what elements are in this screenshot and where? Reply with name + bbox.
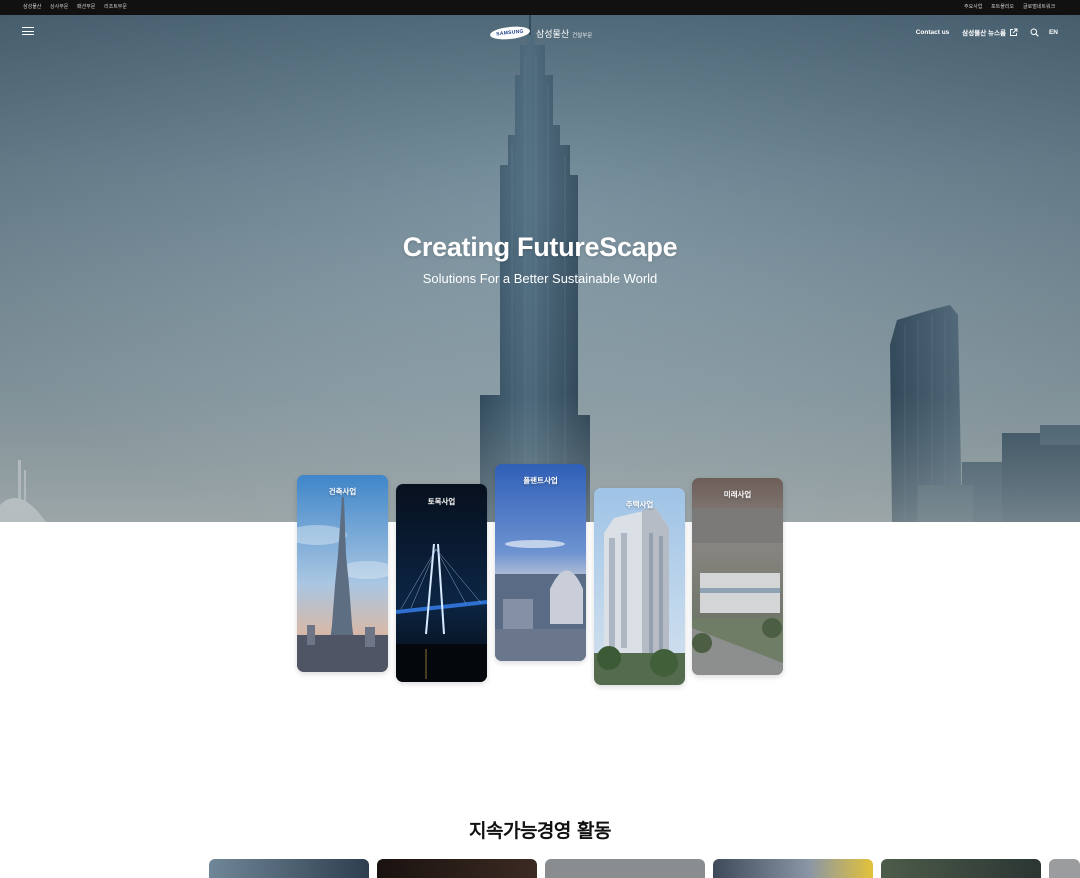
header-actions: Contact us 삼성물산 뉴스룸 EN — [916, 25, 1058, 39]
hamburger-menu-icon[interactable] — [22, 26, 34, 36]
business-card-future[interactable]: 미래사업 — [692, 478, 783, 675]
utility-link-fashion[interactable]: 패션부문 — [77, 0, 95, 15]
utility-link-business[interactable]: 주요사업 — [964, 0, 982, 15]
external-link-icon[interactable] — [1009, 28, 1018, 37]
hero-title: Creating FutureScape — [402, 232, 678, 262]
site-header: SAMSUNG 삼성물산 건설부문 Contact us 삼성물산 뉴스룸 EN — [0, 15, 1080, 49]
utility-link-trading[interactable]: 상사부문 — [50, 0, 68, 15]
business-card-civil[interactable]: 토목사업 — [396, 484, 487, 682]
logo-division-text: 건설부문 — [572, 33, 593, 39]
plant-card-image — [495, 464, 586, 661]
utility-link-portfolio[interactable]: 포트폴리오 — [991, 0, 1014, 15]
business-card-architecture[interactable]: 건축사업 — [297, 475, 388, 672]
newsroom-link[interactable]: 삼성물산 뉴스룸 — [962, 27, 1006, 37]
utility-link-global-network[interactable]: 글로벌네트워크 — [1023, 0, 1055, 15]
contact-us-link[interactable]: Contact us — [916, 29, 950, 36]
sustainability-card-5[interactable] — [881, 859, 1041, 878]
business-card-housing[interactable]: 주택사업 — [594, 488, 685, 685]
sustainability-card-3[interactable] — [545, 859, 705, 878]
business-card-label: 플랜트사업 — [523, 476, 558, 485]
sustainability-card-6[interactable] — [1049, 859, 1080, 878]
sustainability-card-1[interactable] — [209, 859, 369, 878]
business-card-label: 토목사업 — [427, 497, 456, 506]
utility-link-samsung-cnt[interactable]: 삼성물산 — [23, 0, 41, 15]
utility-link-resort[interactable]: 리조트부문 — [104, 0, 127, 15]
housing-card-image — [594, 488, 685, 685]
site-logo[interactable]: SAMSUNG 삼성물산 건설부문 — [489, 24, 593, 42]
civil-card-image — [396, 484, 487, 682]
future-card-image — [692, 478, 783, 675]
architecture-card-image — [297, 475, 388, 672]
samsung-logo-mark: SAMSUNG — [489, 24, 531, 42]
sustainability-section-title: 지속가능경영 활동 — [469, 820, 611, 842]
hero-subtitle: Solutions For a Better Sustainable World — [422, 271, 658, 286]
business-card-label: 주택사업 — [625, 500, 654, 509]
sustainability-card-4[interactable] — [713, 859, 873, 878]
hero-section — [0, 15, 1080, 522]
logo-brand-text: 삼성물산 — [536, 29, 570, 40]
language-toggle-en[interactable]: EN — [1049, 29, 1058, 36]
search-icon[interactable] — [1030, 28, 1039, 37]
business-card-label: 건축사업 — [328, 487, 357, 496]
business-card-plant[interactable]: 플랜트사업 — [495, 464, 586, 661]
utility-bar: 삼성물산 상사부문 패션부문 리조트부문 주요사업 포트폴리오 글로벌네트워크 — [0, 0, 1080, 15]
business-card-label: 미래사업 — [723, 490, 752, 499]
sustainability-card-2[interactable] — [377, 859, 537, 878]
